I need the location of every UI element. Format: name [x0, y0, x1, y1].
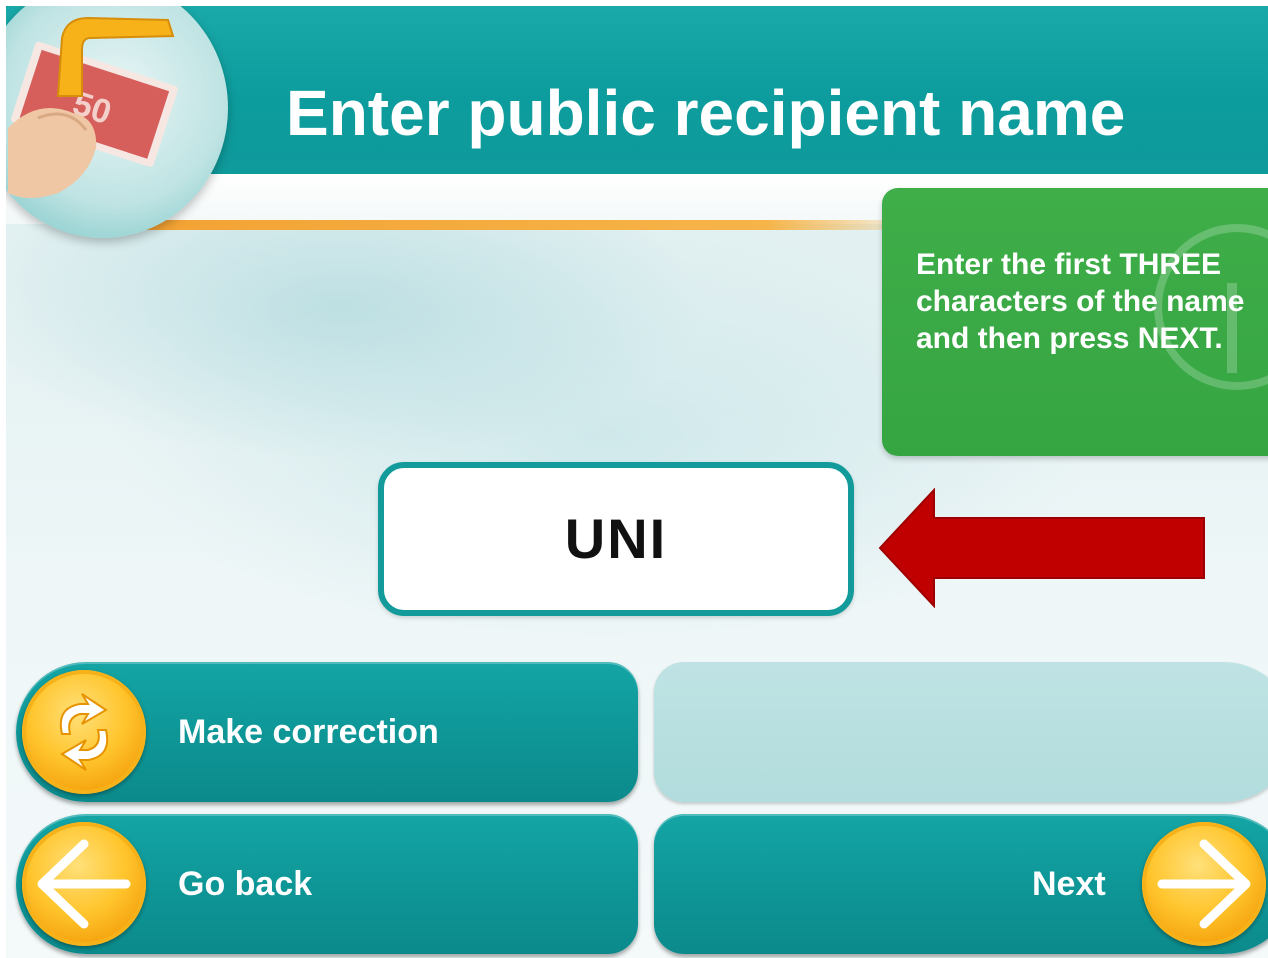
- arrow-right-icon: [1142, 822, 1266, 946]
- go-back-button[interactable]: Go back: [16, 814, 638, 954]
- accent-line: [126, 220, 926, 230]
- instruction-panel: Enter the first THREE characters of the …: [882, 188, 1268, 456]
- recipient-name-input[interactable]: UNI: [378, 462, 854, 616]
- next-label: Next: [1032, 865, 1106, 903]
- page-title: Enter public recipient name: [286, 77, 1126, 149]
- arrow-left-icon: [22, 822, 146, 946]
- red-arrow-left-icon: [878, 488, 1205, 608]
- empty-button-slot: [654, 662, 1268, 802]
- make-correction-label: Make correction: [178, 713, 439, 751]
- make-correction-button[interactable]: Make correction: [16, 662, 638, 802]
- swap-arrows-icon: [22, 670, 146, 794]
- input-value: UNI: [564, 507, 668, 570]
- go-back-label: Go back: [178, 865, 313, 903]
- instruction-text: Enter the first THREE characters of the …: [916, 248, 1245, 355]
- next-button[interactable]: Next: [654, 814, 1268, 954]
- atm-screen: 50 Enter public recipient name Enter the…: [6, 6, 1268, 958]
